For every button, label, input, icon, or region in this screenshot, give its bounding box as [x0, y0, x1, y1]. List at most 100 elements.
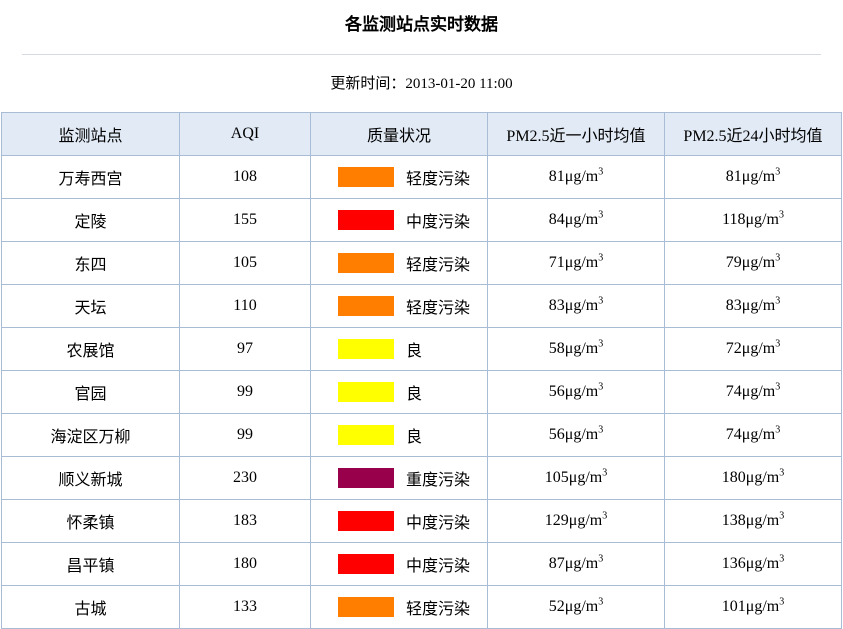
- header-pm25-1h: PM2.5近一小时均值: [487, 112, 665, 156]
- pm25-unit: μg/m: [564, 598, 599, 615]
- table-row: 官园 99 良 56μg/m3 74μg/m3: [1, 370, 842, 414]
- pm25-24h-cell: 118μg/m3: [664, 198, 842, 242]
- pm25-unit: μg/m: [564, 426, 599, 443]
- pm25-unit-exponent: 3: [779, 510, 785, 522]
- pm25-1h-cell: 84μg/m3: [487, 198, 665, 242]
- pm25-1h-cell: 129μg/m3: [487, 499, 665, 543]
- aqi-cell: 99: [179, 370, 311, 414]
- quality-cell: 良: [310, 327, 488, 371]
- pm25-unit: μg/m: [741, 254, 776, 271]
- quality-cell: 轻度污染: [310, 155, 488, 199]
- quality-wrap: 轻度污染: [311, 251, 487, 275]
- table-row: 天坛 110 轻度污染 83μg/m3 83μg/m3: [1, 284, 842, 328]
- title-divider: [22, 54, 821, 55]
- quality-wrap: 轻度污染: [311, 595, 487, 619]
- quality-wrap: 轻度污染: [311, 294, 487, 318]
- pm25-value: 74: [725, 383, 742, 400]
- pm25-value: 56: [548, 426, 565, 443]
- station-name-cell: 古城: [1, 585, 180, 629]
- pm25-value: 129: [544, 512, 569, 529]
- pm25-24h-cell: 72μg/m3: [664, 327, 842, 371]
- pm25-value: 84: [548, 211, 565, 228]
- station-name-cell: 万寿西宫: [1, 155, 180, 199]
- update-time-line: 更新时间：2013-01-20 11:00: [0, 72, 843, 95]
- quality-label: 良: [406, 427, 423, 446]
- pm25-unit: μg/m: [568, 512, 603, 529]
- quality-cell: 轻度污染: [310, 585, 488, 629]
- pm25-unit-exponent: 3: [598, 166, 604, 178]
- quality-wrap: 良: [311, 423, 487, 447]
- aqi-cell: 105: [179, 241, 311, 285]
- quality-label: 轻度污染: [406, 298, 471, 317]
- pm25-value: 101: [721, 598, 746, 615]
- aqi-cell: 180: [179, 542, 311, 586]
- aqi-cell: 133: [179, 585, 311, 629]
- update-time-value: 2013-01-20 11:00: [405, 76, 513, 92]
- table-row: 昌平镇 180 中度污染 87μg/m3 136μg/m3: [1, 542, 842, 586]
- pm25-unit-exponent: 3: [598, 252, 604, 264]
- pm25-value: 136: [721, 555, 746, 572]
- quality-wrap: 重度污染: [311, 466, 487, 490]
- table-row: 农展馆 97 良 58μg/m3 72μg/m3: [1, 327, 842, 371]
- aqi-cell: 99: [179, 413, 311, 457]
- pm25-unit: μg/m: [564, 211, 599, 228]
- quality-label: 良: [406, 341, 423, 360]
- quality-color-swatch: [338, 382, 394, 402]
- quality-cell: 轻度污染: [310, 241, 488, 285]
- pm25-24h-cell: 180μg/m3: [664, 456, 842, 500]
- station-name-cell: 昌平镇: [1, 542, 180, 586]
- pm25-unit: μg/m: [564, 555, 599, 572]
- pm25-unit: μg/m: [745, 469, 780, 486]
- aqi-cell: 110: [179, 284, 311, 328]
- pm25-1h-cell: 83μg/m3: [487, 284, 665, 328]
- quality-label: 中度污染: [406, 513, 471, 532]
- station-name-cell: 海淀区万柳: [1, 413, 180, 457]
- table-row: 定陵 155 中度污染 84μg/m3 118μg/m3: [1, 198, 842, 242]
- pm25-unit: μg/m: [564, 383, 599, 400]
- station-name-cell: 东四: [1, 241, 180, 285]
- pm25-value: 83: [725, 297, 742, 314]
- pm25-unit-exponent: 3: [598, 553, 604, 565]
- pm25-unit-exponent: 3: [775, 295, 781, 307]
- quality-label: 轻度污染: [406, 169, 471, 188]
- station-name-cell: 农展馆: [1, 327, 180, 371]
- pm25-value: 138: [721, 512, 746, 529]
- quality-wrap: 良: [311, 380, 487, 404]
- aqi-cell: 230: [179, 456, 311, 500]
- pm25-unit: μg/m: [741, 297, 776, 314]
- quality-color-swatch: [338, 425, 394, 445]
- pm25-value: 118: [722, 211, 746, 228]
- pm25-unit-exponent: 3: [775, 381, 781, 393]
- pm25-1h-cell: 52μg/m3: [487, 585, 665, 629]
- quality-color-swatch: [338, 253, 394, 273]
- pm25-unit: μg/m: [745, 512, 780, 529]
- pm25-value: 71: [548, 254, 565, 271]
- pm25-unit-exponent: 3: [778, 209, 784, 221]
- pm25-value: 83: [548, 297, 565, 314]
- quality-color-swatch: [338, 597, 394, 617]
- quality-cell: 良: [310, 370, 488, 414]
- pm25-value: 58: [548, 340, 565, 357]
- header-quality: 质量状况: [310, 112, 488, 156]
- header-station: 监测站点: [1, 112, 180, 156]
- station-data-table: 监测站点 AQI 质量状况 PM2.5近一小时均值 PM2.5近24小时均值 万…: [1, 112, 842, 629]
- station-name-cell: 天坛: [1, 284, 180, 328]
- aqi-cell: 155: [179, 198, 311, 242]
- table-header-row: 监测站点 AQI 质量状况 PM2.5近一小时均值 PM2.5近24小时均值: [1, 112, 842, 156]
- pm25-24h-cell: 136μg/m3: [664, 542, 842, 586]
- pm25-value: 74: [725, 426, 742, 443]
- pm25-unit: μg/m: [564, 254, 599, 271]
- pm25-value: 81: [725, 168, 742, 185]
- quality-color-swatch: [338, 339, 394, 359]
- quality-color-swatch: [338, 554, 394, 574]
- pm25-unit: μg/m: [568, 469, 603, 486]
- station-name-cell: 定陵: [1, 198, 180, 242]
- pm25-unit: μg/m: [745, 211, 779, 228]
- pm25-unit: μg/m: [564, 168, 599, 185]
- pm25-unit-exponent: 3: [779, 467, 785, 479]
- quality-color-swatch: [338, 167, 394, 187]
- pm25-1h-cell: 87μg/m3: [487, 542, 665, 586]
- pm25-unit-exponent: 3: [598, 209, 604, 221]
- pm25-1h-cell: 56μg/m3: [487, 413, 665, 457]
- pm25-value: 81: [548, 168, 565, 185]
